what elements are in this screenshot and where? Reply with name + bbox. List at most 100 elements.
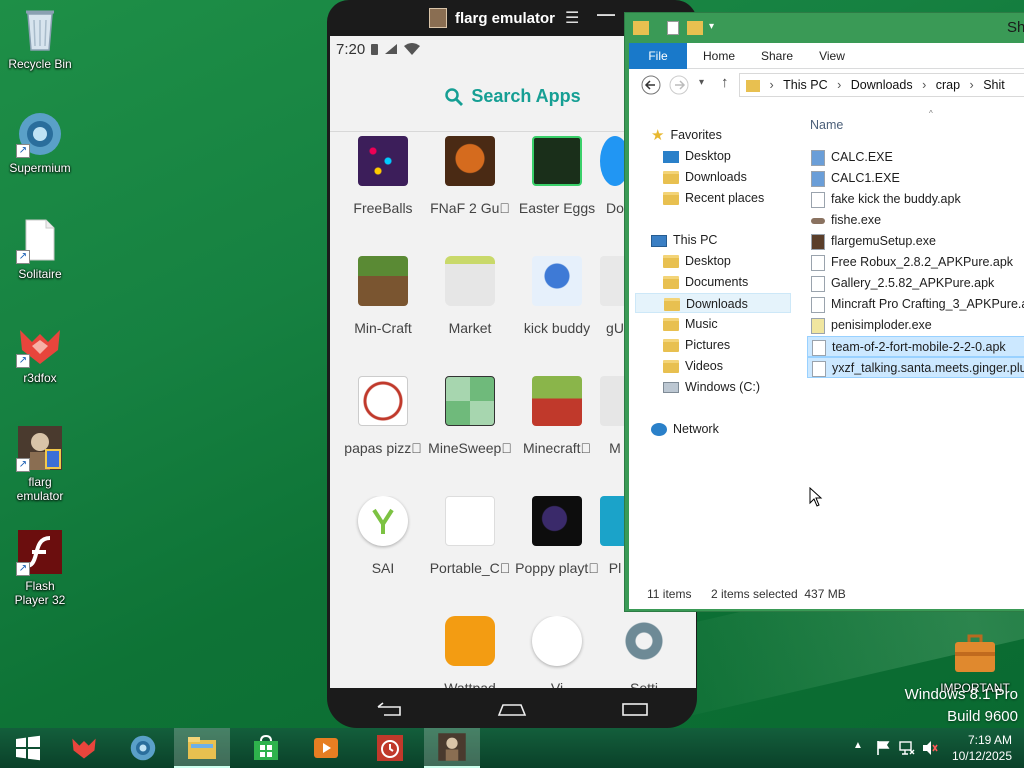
tab-share[interactable]: Share (749, 43, 805, 69)
apk-file-icon (811, 296, 825, 313)
app-min-craft[interactable]: Min-Craft (339, 256, 427, 336)
column-header-name[interactable]: Name (810, 118, 843, 132)
desktop-icon-label: r3dfox (23, 371, 57, 385)
action-center-flag-icon[interactable] (876, 740, 890, 756)
up-arrow-icon[interactable]: ↑ (721, 74, 729, 91)
file-name: yxzf_talking.santa.meets.ginger.plus.2 (832, 361, 1024, 375)
nav-this-pc[interactable]: This PC (651, 230, 717, 250)
app-vi[interactable]: Vi (513, 616, 601, 688)
desktop-icon-recycle-bin[interactable]: Recycle Bin (0, 6, 80, 71)
desktop-icon-label: Flash Player 32 (14, 579, 66, 607)
address-bar[interactable]: › This PC › Downloads › crap › Shit (739, 73, 1024, 97)
file-row[interactable]: penisimploder.exe (811, 315, 932, 336)
windows-logo-icon (16, 735, 40, 761)
taskbar-flarg-emulator[interactable] (424, 728, 480, 768)
nav-pc-videos[interactable]: Videos (663, 356, 723, 376)
app-portable-c[interactable]: Portable_C  (426, 496, 514, 576)
app-settings[interactable]: Setti (600, 616, 688, 688)
nav-favorites[interactable]: ★ Favorites (651, 125, 722, 145)
video-app-icon (314, 738, 338, 758)
nav-pc-windows-c[interactable]: Windows (C:) (663, 377, 760, 397)
file-row[interactable]: Free Robux_2.8.2_APKPure.apk (811, 252, 1013, 273)
taskbar-supermium[interactable] (115, 728, 171, 768)
file-name: penisimploder.exe (831, 318, 932, 332)
drive-icon (663, 382, 679, 394)
settings-gear-icon (619, 616, 669, 666)
nav-pc-desktop[interactable]: Desktop (663, 251, 731, 271)
nav-favorites-desktop[interactable]: Desktop (663, 146, 731, 166)
tab-home[interactable]: Home (693, 43, 745, 69)
app-market[interactable]: Market (426, 256, 514, 336)
app-fnaf2[interactable]: FNaF 2 Gu  (426, 136, 514, 216)
app-minesweeper[interactable]: MineSweep  (426, 376, 514, 456)
properties-icon[interactable] (667, 21, 679, 35)
forward-arrow-icon[interactable] (669, 75, 689, 95)
file-explorer-window[interactable]: ▾ Sh File Home Share View ▾ ↑ › This PC … (624, 12, 1024, 612)
recent-locations-chevron-icon[interactable]: ▾ (699, 77, 704, 88)
nav-pc-music[interactable]: Music (663, 314, 718, 334)
android-nav-bar (327, 690, 697, 728)
file-row[interactable]: fishe.exe (811, 210, 881, 231)
nav-recent-places[interactable]: Recent places (663, 188, 764, 208)
file-row[interactable]: flargemuSetup.exe (811, 231, 936, 252)
nav-pc-documents[interactable]: Documents (663, 272, 748, 292)
recycle-bin-icon (16, 6, 64, 54)
app-label: Poppy playt  (515, 560, 599, 576)
breadcrumb-crap[interactable]: crap (936, 78, 960, 92)
new-folder-icon[interactable] (687, 21, 703, 35)
minimize-icon[interactable]: — (597, 4, 615, 25)
file-row-selected[interactable]: team-of-2-fort-mobile-2-2-0.apk (807, 336, 1024, 357)
taskbar-file-explorer[interactable] (174, 728, 230, 768)
menu-icon[interactable]: ☰ (565, 8, 579, 28)
app-sai[interactable]: SAI (339, 496, 427, 576)
desktop-icon-solitaire[interactable]: ↗ Solitaire (0, 216, 80, 281)
file-row[interactable]: CALC.EXE (811, 147, 893, 168)
breadcrumb-downloads[interactable]: Downloads (851, 78, 913, 92)
nav-pc-pictures[interactable]: Pictures (663, 335, 730, 355)
app-poppy-playtime[interactable]: Poppy playt  (513, 496, 601, 576)
tab-view[interactable]: View (807, 43, 857, 69)
nav-pc-downloads[interactable]: Downloads (635, 293, 791, 313)
desktop-icon-flash-player[interactable]: ↗ Flash Player 32 (0, 528, 80, 607)
file-name: Free Robux_2.8.2_APKPure.apk (831, 255, 1014, 269)
desktop-icon-flarg-emulator[interactable]: ↗ flarg emulator (0, 424, 80, 503)
breadcrumb-shit[interactable]: Shit (983, 78, 1005, 92)
start-button[interactable] (0, 728, 56, 768)
nav-label: Videos (685, 359, 723, 373)
back-icon[interactable] (374, 701, 404, 717)
app-label: Wattpad (444, 680, 496, 688)
file-row[interactable]: fake kick the buddy.apk (811, 189, 961, 210)
taskbar-alarms[interactable] (362, 728, 418, 768)
desktop-icon-r3dfox[interactable]: ↗ r3dfox (0, 320, 80, 385)
taskbar-video[interactable] (298, 728, 354, 768)
file-row[interactable]: Mincraft Pro Crafting_3_APKPure.apk (811, 294, 1024, 315)
desktop-icon-supermium[interactable]: ↗ Supermium (0, 110, 80, 175)
taskbar-r3dfox[interactable] (56, 728, 112, 768)
taskbar-clock[interactable]: 7:19 AM 10/12/2025 (932, 732, 1012, 764)
taskbar-store[interactable] (238, 728, 294, 768)
home-icon[interactable] (497, 701, 527, 717)
recents-icon[interactable] (620, 701, 650, 717)
breadcrumb-this-pc[interactable]: This PC (783, 78, 827, 92)
app-wattpad[interactable]: Wattpad (426, 616, 514, 688)
file-row-selected[interactable]: yxzf_talking.santa.meets.ginger.plus.2 (807, 357, 1024, 378)
nav-favorites-downloads[interactable]: Downloads (663, 167, 747, 187)
network-status-icon[interactable] (899, 740, 915, 756)
tab-file[interactable]: File (629, 43, 687, 69)
app-label: Vi (550, 680, 564, 688)
file-row[interactable]: Gallery_2.5.82_APKPure.apk (811, 273, 994, 294)
chevron-down-icon[interactable]: ▾ (709, 21, 714, 32)
signal-icon (385, 44, 398, 54)
back-arrow-icon[interactable] (641, 75, 661, 95)
app-easter-eggs[interactable]: Easter Eggs (513, 136, 601, 216)
app-minecraft[interactable]: Minecraft  (513, 376, 601, 456)
app-kick-buddy[interactable]: kick buddy (513, 256, 601, 336)
apk-file-icon (812, 360, 826, 377)
show-hidden-icons-chevron[interactable]: ▲ (853, 740, 863, 751)
search-apps-label: Search Apps (471, 86, 581, 106)
app-papas-pizzeria[interactable]: papas pizz  (339, 376, 427, 456)
exe-file-icon (811, 317, 825, 334)
nav-network[interactable]: Network (651, 419, 719, 439)
file-row[interactable]: CALC1.EXE (811, 168, 900, 189)
app-freeballs[interactable]: FreeBalls (339, 136, 427, 216)
